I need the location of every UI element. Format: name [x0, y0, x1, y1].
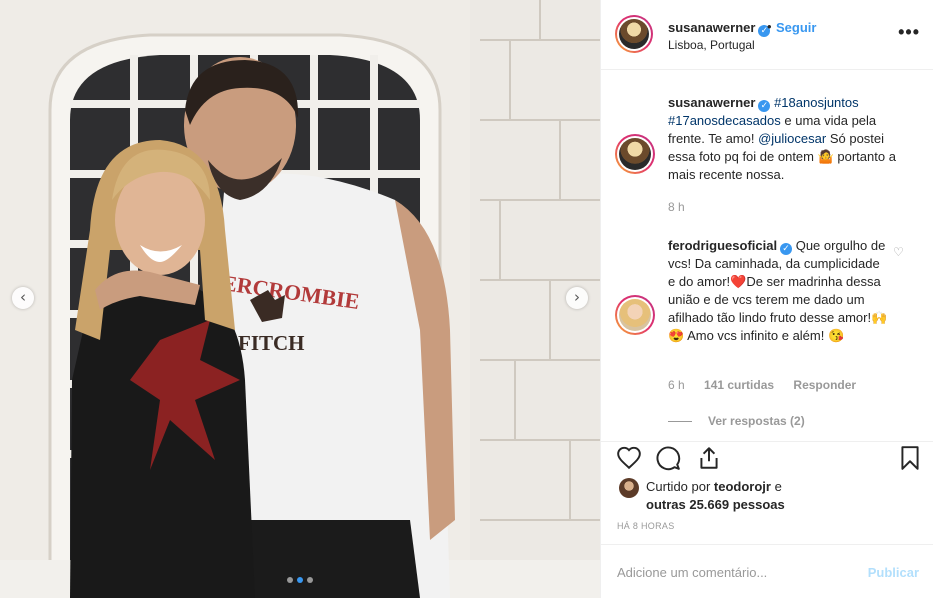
comment-icon[interactable] — [655, 445, 681, 471]
caption-text: susanawerner ✓ #18anosjuntos #17anosdecas… — [668, 94, 898, 184]
shirt-text-line2: FITCH — [238, 331, 305, 355]
comment-text: ferodriguesoficial ✓ Que orgulho de vcs! … — [668, 237, 890, 345]
carousel-next-button[interactable]: › — [566, 287, 588, 309]
reply-button[interactable]: Responder — [793, 378, 856, 392]
carousel-dot — [287, 577, 293, 583]
comment-time[interactable]: 6 h — [668, 378, 685, 392]
view-replies-label[interactable]: Ver respostas (2) — [708, 414, 805, 428]
view-replies-button[interactable]: Ver respostas (2) — [668, 414, 805, 428]
comment-meta: 6 h 141 curtidas Responder — [668, 378, 872, 392]
mention-link[interactable]: @juliocesar — [758, 131, 826, 146]
verified-badge-icon: ✓ — [758, 100, 771, 112]
hashtag-link[interactable]: #17anosdecasados — [668, 113, 781, 128]
liked-user-link[interactable]: teodorojr — [714, 479, 771, 494]
liker-avatar[interactable] — [619, 478, 639, 498]
more-options-icon[interactable]: ••• — [898, 23, 920, 41]
comment-likes[interactable]: 141 curtidas — [704, 378, 774, 392]
post-photo[interactable]: ERCROMBIE FITCH ‹ › — [0, 0, 600, 598]
post-side-panel: susanawerner ✓ • Seguir Lisboa, Portugal … — [600, 0, 933, 598]
share-icon[interactable] — [696, 445, 722, 471]
liked-others-link[interactable]: outras 25.669 pessoas — [646, 497, 785, 512]
post-timestamp[interactable]: HÁ 8 HORAS — [617, 521, 675, 531]
caption-avatar[interactable] — [615, 134, 655, 174]
comments-section[interactable]: susanawerner ✓ #18anosjuntos #17anosdecas… — [601, 71, 933, 441]
comment-username[interactable]: ferodriguesoficial — [668, 238, 777, 253]
comment-avatar[interactable] — [615, 295, 655, 335]
author-avatar[interactable] — [615, 15, 653, 53]
carousel-indicator — [287, 577, 313, 583]
author-username-text[interactable]: susanawerner — [668, 20, 755, 35]
comment-input[interactable] — [617, 562, 847, 582]
verified-badge-icon: ✓ — [780, 243, 793, 255]
add-comment-bar: Publicar — [601, 544, 933, 598]
bookmark-icon[interactable] — [897, 445, 923, 471]
liked-mid: e — [770, 479, 782, 494]
chevron-right-icon: › — [574, 287, 580, 306]
author-username[interactable]: susanawerner ✓ — [668, 20, 771, 37]
liked-by-text: Curtido por teodorojr e outras 25.669 pe… — [646, 478, 906, 514]
heart-icon[interactable] — [616, 445, 642, 471]
comment-body: Que orgulho de vcs! Da caminhada, da cum… — [668, 238, 888, 343]
carousel-prev-button[interactable]: ‹ — [12, 287, 34, 309]
caption-username[interactable]: susanawerner — [668, 95, 755, 110]
liked-prefix: Curtido por — [646, 479, 714, 494]
header-separator: • — [767, 19, 772, 34]
publish-button[interactable]: Publicar — [868, 565, 919, 580]
hashtag-link[interactable]: #18anosjuntos — [774, 95, 859, 110]
photo-scene: ERCROMBIE FITCH — [0, 0, 600, 598]
carousel-dot-active — [297, 577, 303, 583]
replies-divider — [668, 420, 692, 422]
follow-button[interactable]: Seguir — [776, 20, 816, 35]
post-actions: Curtido por teodorojr e outras 25.669 pe… — [601, 441, 933, 541]
post-location[interactable]: Lisboa, Portugal — [668, 38, 755, 52]
caption-time[interactable]: 8 h — [668, 200, 685, 214]
heart-outline-icon[interactable]: ♡ — [893, 245, 904, 259]
caption-meta: 8 h — [668, 200, 701, 214]
chevron-left-icon: ‹ — [20, 287, 26, 306]
carousel-dot — [307, 577, 313, 583]
post-header: susanawerner ✓ • Seguir Lisboa, Portugal … — [601, 0, 933, 70]
